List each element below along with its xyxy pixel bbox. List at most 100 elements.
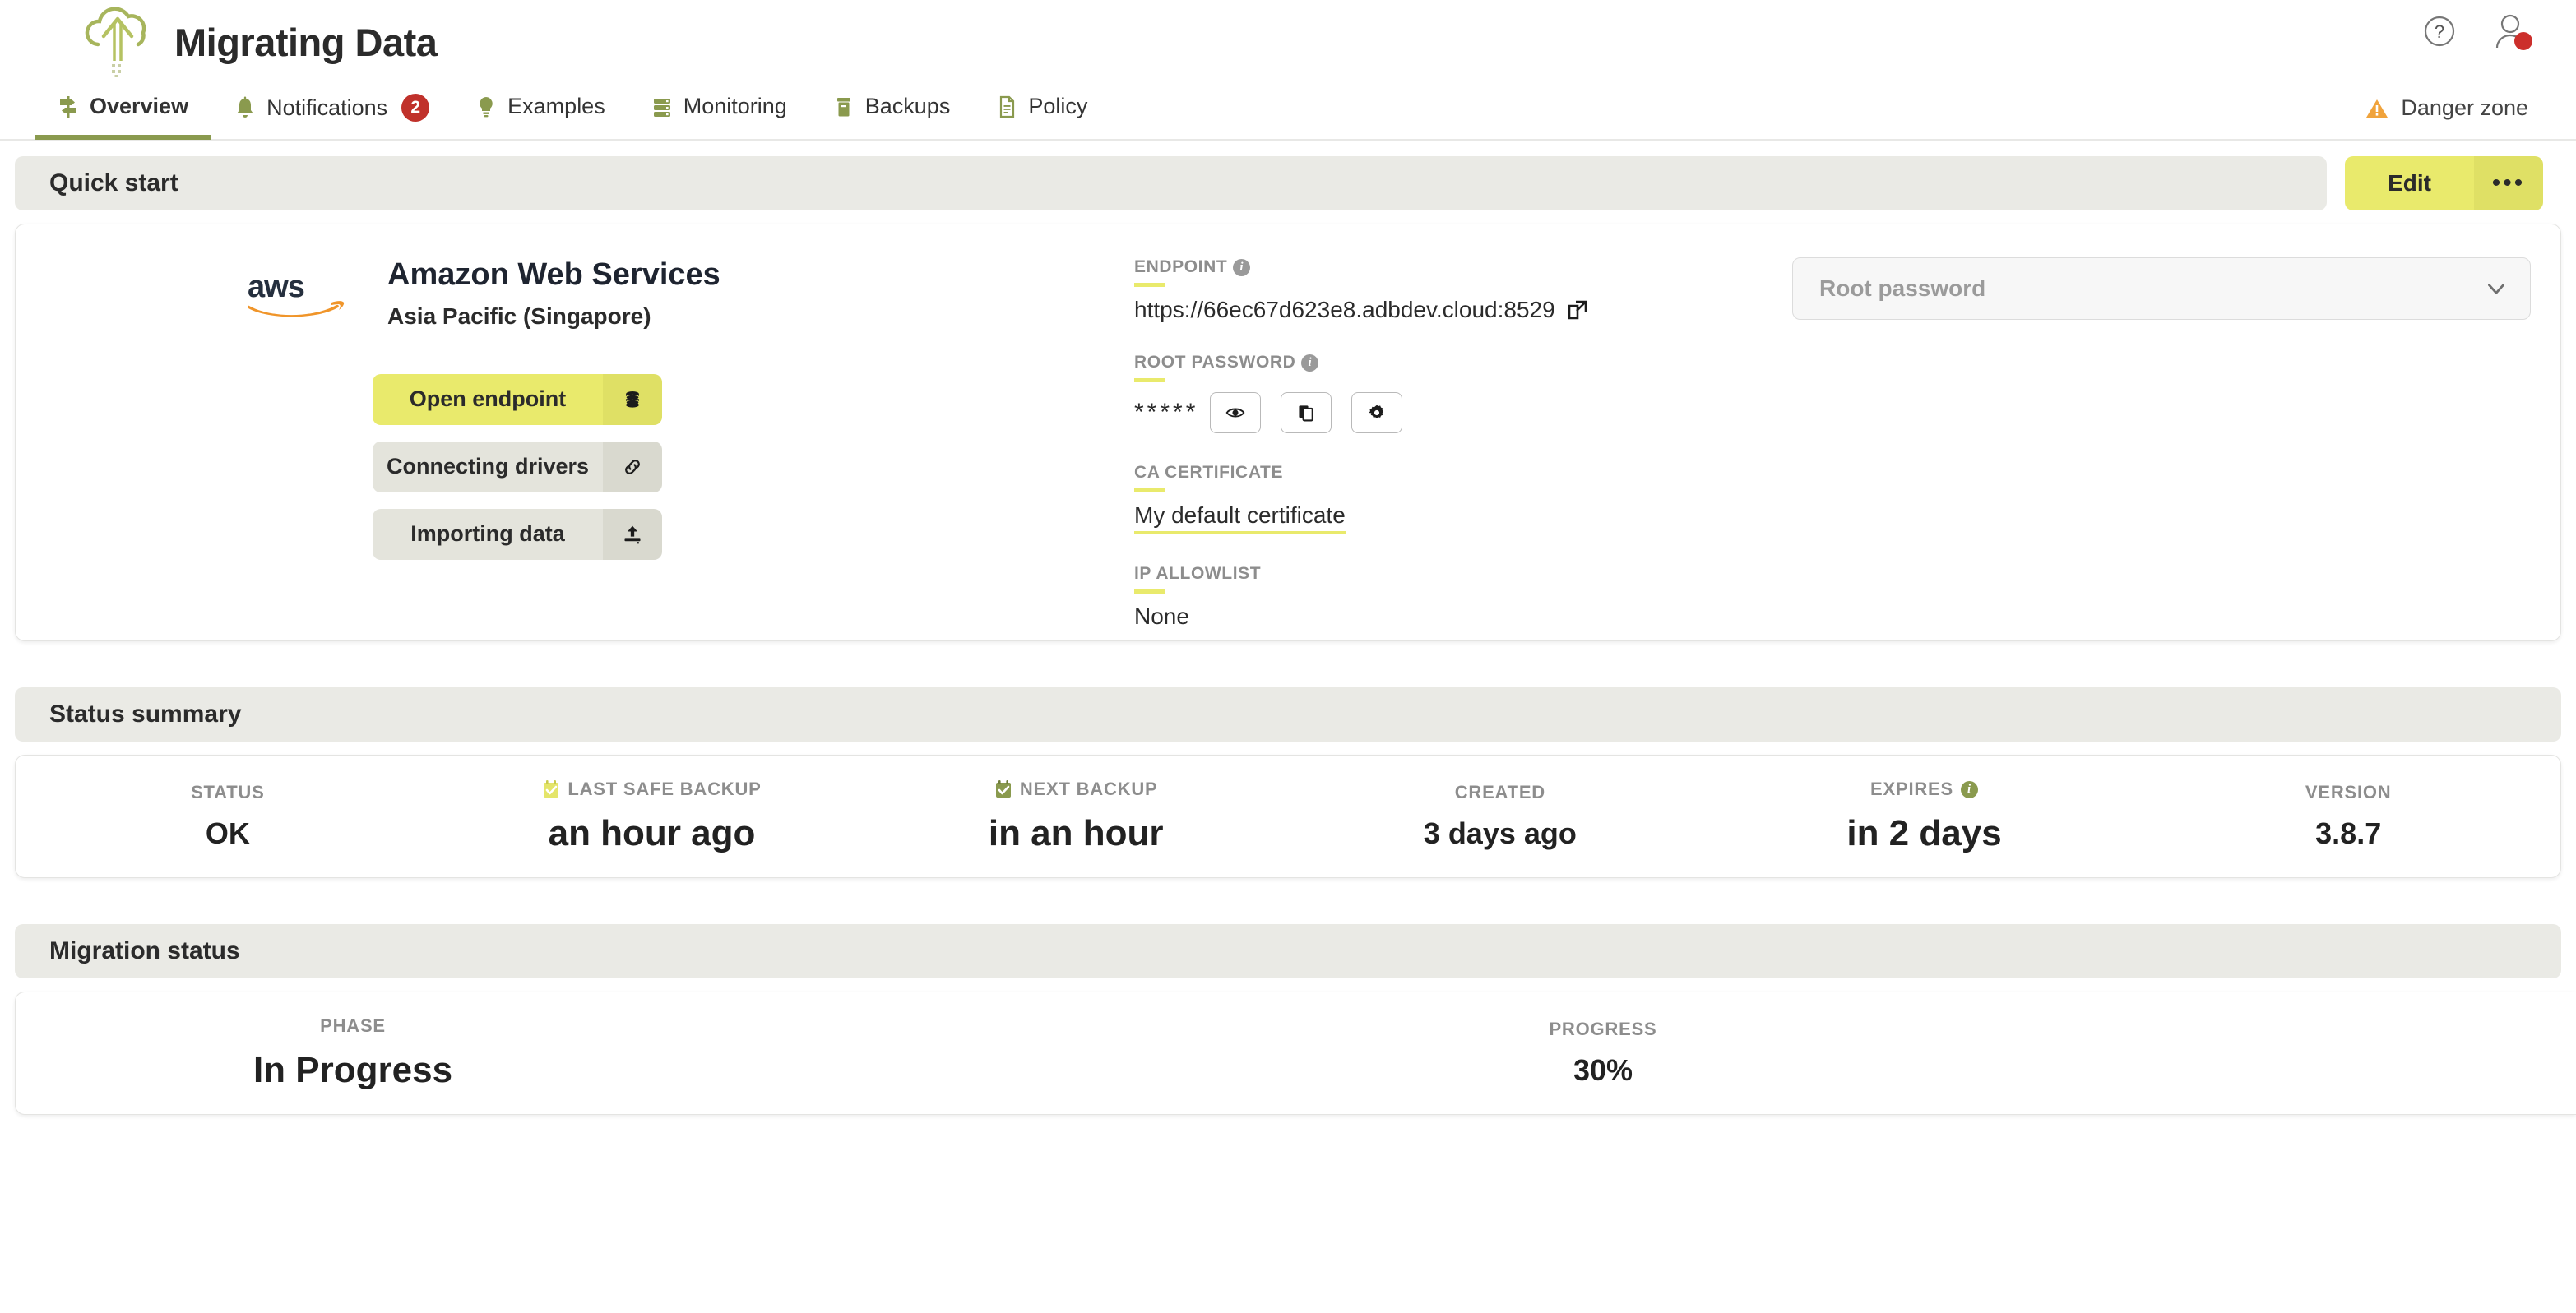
ip-allowlist-label: IP ALLOWLIST bbox=[1134, 564, 1261, 584]
tab-notifications[interactable]: Notifications 2 bbox=[211, 90, 452, 140]
endpoint-label: ENDPOINT bbox=[1134, 257, 1227, 277]
svg-text:aws: aws bbox=[248, 270, 304, 304]
migration-status-wrap: Migration status PHASE In Progress PROGR… bbox=[0, 878, 2576, 1115]
info-icon[interactable]: i bbox=[1233, 259, 1250, 276]
metric-created: CREATED 3 days ago bbox=[1288, 782, 1712, 851]
link-icon[interactable] bbox=[603, 442, 662, 492]
metric-label-text: PROGRESS bbox=[1549, 1019, 1656, 1040]
section-title: Status summary bbox=[49, 700, 241, 728]
provider-identity: aws Amazon Web Services Asia Pacific (Si… bbox=[16, 257, 1134, 330]
info-icon[interactable]: i bbox=[1961, 781, 1978, 798]
root-password-label: ROOT PASSWORD bbox=[1134, 353, 1295, 372]
tab-overview[interactable]: Overview bbox=[35, 90, 211, 137]
section-bar-quick-start: Quick start bbox=[15, 156, 2327, 210]
metric-expires: EXPIRES i in 2 days bbox=[1712, 779, 2137, 854]
label-accent-underline bbox=[1134, 589, 1165, 594]
external-link-icon[interactable] bbox=[1567, 299, 1588, 321]
cloud-upload-icon bbox=[79, 7, 156, 77]
danger-zone-link[interactable]: Danger zone bbox=[2365, 95, 2528, 121]
ca-certificate-link[interactable]: My default certificate bbox=[1134, 502, 1346, 534]
ca-certificate-label: CA CERTIFICATE bbox=[1134, 463, 1283, 483]
danger-zone-label: Danger zone bbox=[2401, 95, 2528, 121]
section-bar-migration-status: Migration status bbox=[15, 924, 2561, 978]
connecting-drivers-button[interactable]: Connecting drivers bbox=[373, 442, 662, 492]
calendar-check-icon bbox=[542, 779, 560, 799]
bell-icon bbox=[234, 96, 256, 119]
section-title: Migration status bbox=[49, 937, 240, 965]
metric-next-backup: NEXT BACKUP in an hour bbox=[864, 779, 1288, 854]
more-options-button[interactable]: ••• bbox=[2474, 156, 2543, 210]
server-icon bbox=[651, 95, 673, 118]
metric-label-text: PHASE bbox=[320, 1015, 386, 1037]
metric-label-text: VERSION bbox=[2305, 782, 2392, 803]
endpoint-field: ENDPOINT i https://66ec67d623e8.adbdev.c… bbox=[1134, 257, 1792, 323]
root-password-select-value: Root password bbox=[1819, 275, 1985, 302]
metric-label-text: LAST SAFE BACKUP bbox=[568, 779, 761, 800]
edit-button-group[interactable]: Edit ••• bbox=[2345, 156, 2543, 210]
root-password-select[interactable]: Root password bbox=[1792, 257, 2531, 320]
metric-label: NEXT BACKUP bbox=[864, 779, 1288, 800]
metric-value: in an hour bbox=[864, 813, 1288, 854]
provider-text: Amazon Web Services Asia Pacific (Singap… bbox=[387, 257, 720, 330]
metric-value: In Progress bbox=[16, 1050, 690, 1091]
endpoint-label-row: ENDPOINT i bbox=[1134, 257, 1792, 277]
ip-allowlist-label-row: IP ALLOWLIST bbox=[1134, 564, 1792, 584]
info-icon[interactable]: i bbox=[1301, 354, 1318, 372]
tab-backups[interactable]: Backups bbox=[810, 90, 974, 137]
metric-label: LAST SAFE BACKUP bbox=[440, 779, 864, 800]
importing-data-button[interactable]: Importing data bbox=[373, 509, 662, 560]
tab-label: Monitoring bbox=[683, 94, 787, 119]
database-icon[interactable] bbox=[603, 374, 662, 425]
lightbulb-icon bbox=[475, 95, 497, 118]
provider-name: Amazon Web Services bbox=[387, 257, 720, 294]
root-password-field: ROOT PASSWORD i ***** bbox=[1134, 353, 1792, 433]
quick-start-card: aws Amazon Web Services Asia Pacific (Si… bbox=[15, 224, 2561, 641]
provider-region: Asia Pacific (Singapore) bbox=[387, 303, 720, 330]
upload-icon[interactable] bbox=[603, 509, 662, 560]
metric-value: OK bbox=[16, 816, 440, 851]
tab-label: Examples bbox=[507, 94, 605, 119]
copy-password-button[interactable] bbox=[1281, 392, 1332, 433]
edit-button[interactable]: Edit bbox=[2345, 156, 2474, 210]
archive-icon bbox=[833, 95, 855, 118]
ca-certificate-field: CA CERTIFICATE My default certificate bbox=[1134, 463, 1792, 534]
tab-policy[interactable]: Policy bbox=[973, 90, 1110, 137]
metric-label: PROGRESS bbox=[1266, 1019, 1940, 1040]
migration-status-card: PHASE In Progress PROGRESS 30% bbox=[15, 992, 2576, 1115]
metric-value: in 2 days bbox=[1712, 813, 2137, 854]
connection-details-column: ENDPOINT i https://66ec67d623e8.adbdev.c… bbox=[1134, 257, 1792, 640]
metric-label: EXPIRES i bbox=[1712, 779, 2137, 800]
tab-label: Notifications bbox=[266, 95, 387, 121]
metric-value: 3 days ago bbox=[1288, 816, 1712, 851]
metric-label: PHASE bbox=[16, 1015, 690, 1037]
password-settings-button[interactable] bbox=[1351, 392, 1402, 433]
root-password-value-row: ***** bbox=[1134, 392, 1792, 433]
metric-label-text: STATUS bbox=[191, 782, 265, 803]
metric-label: CREATED bbox=[1288, 782, 1712, 803]
metric-label-text: CREATED bbox=[1455, 782, 1545, 803]
ip-allowlist-value-row: None bbox=[1134, 603, 1792, 630]
calendar-check-icon bbox=[994, 779, 1012, 799]
more-dots-icon: ••• bbox=[2492, 171, 2526, 196]
open-endpoint-button[interactable]: Open endpoint bbox=[373, 374, 662, 425]
quick-start-actions: Open endpoint bbox=[373, 374, 662, 560]
notification-dot bbox=[2514, 32, 2532, 50]
tab-label: Overview bbox=[90, 94, 188, 119]
metric-label-text: EXPIRES bbox=[1870, 779, 1953, 800]
reveal-password-button[interactable] bbox=[1210, 392, 1261, 433]
ca-certificate-label-row: CA CERTIFICATE bbox=[1134, 463, 1792, 483]
tab-examples[interactable]: Examples bbox=[452, 90, 628, 137]
connecting-drivers-label: Connecting drivers bbox=[373, 442, 603, 492]
help-circle-icon[interactable]: ? bbox=[2423, 15, 2456, 48]
avatar[interactable] bbox=[2492, 13, 2528, 49]
status-summary-card: STATUS OK LAST SAFE BACKUP an hour ago bbox=[15, 755, 2561, 878]
tab-monitoring[interactable]: Monitoring bbox=[628, 90, 810, 137]
quick-start-body-wrap: aws Amazon Web Services Asia Pacific (Si… bbox=[0, 224, 2576, 641]
tab-label: Policy bbox=[1028, 94, 1087, 119]
ip-allowlist-field: IP ALLOWLIST None bbox=[1134, 564, 1792, 630]
metric-status: STATUS OK bbox=[16, 782, 440, 851]
section-bar-status-summary: Status summary bbox=[15, 687, 2561, 742]
ip-allowlist-value: None bbox=[1134, 603, 1189, 630]
label-accent-underline bbox=[1134, 283, 1165, 287]
signpost-icon bbox=[58, 95, 79, 118]
